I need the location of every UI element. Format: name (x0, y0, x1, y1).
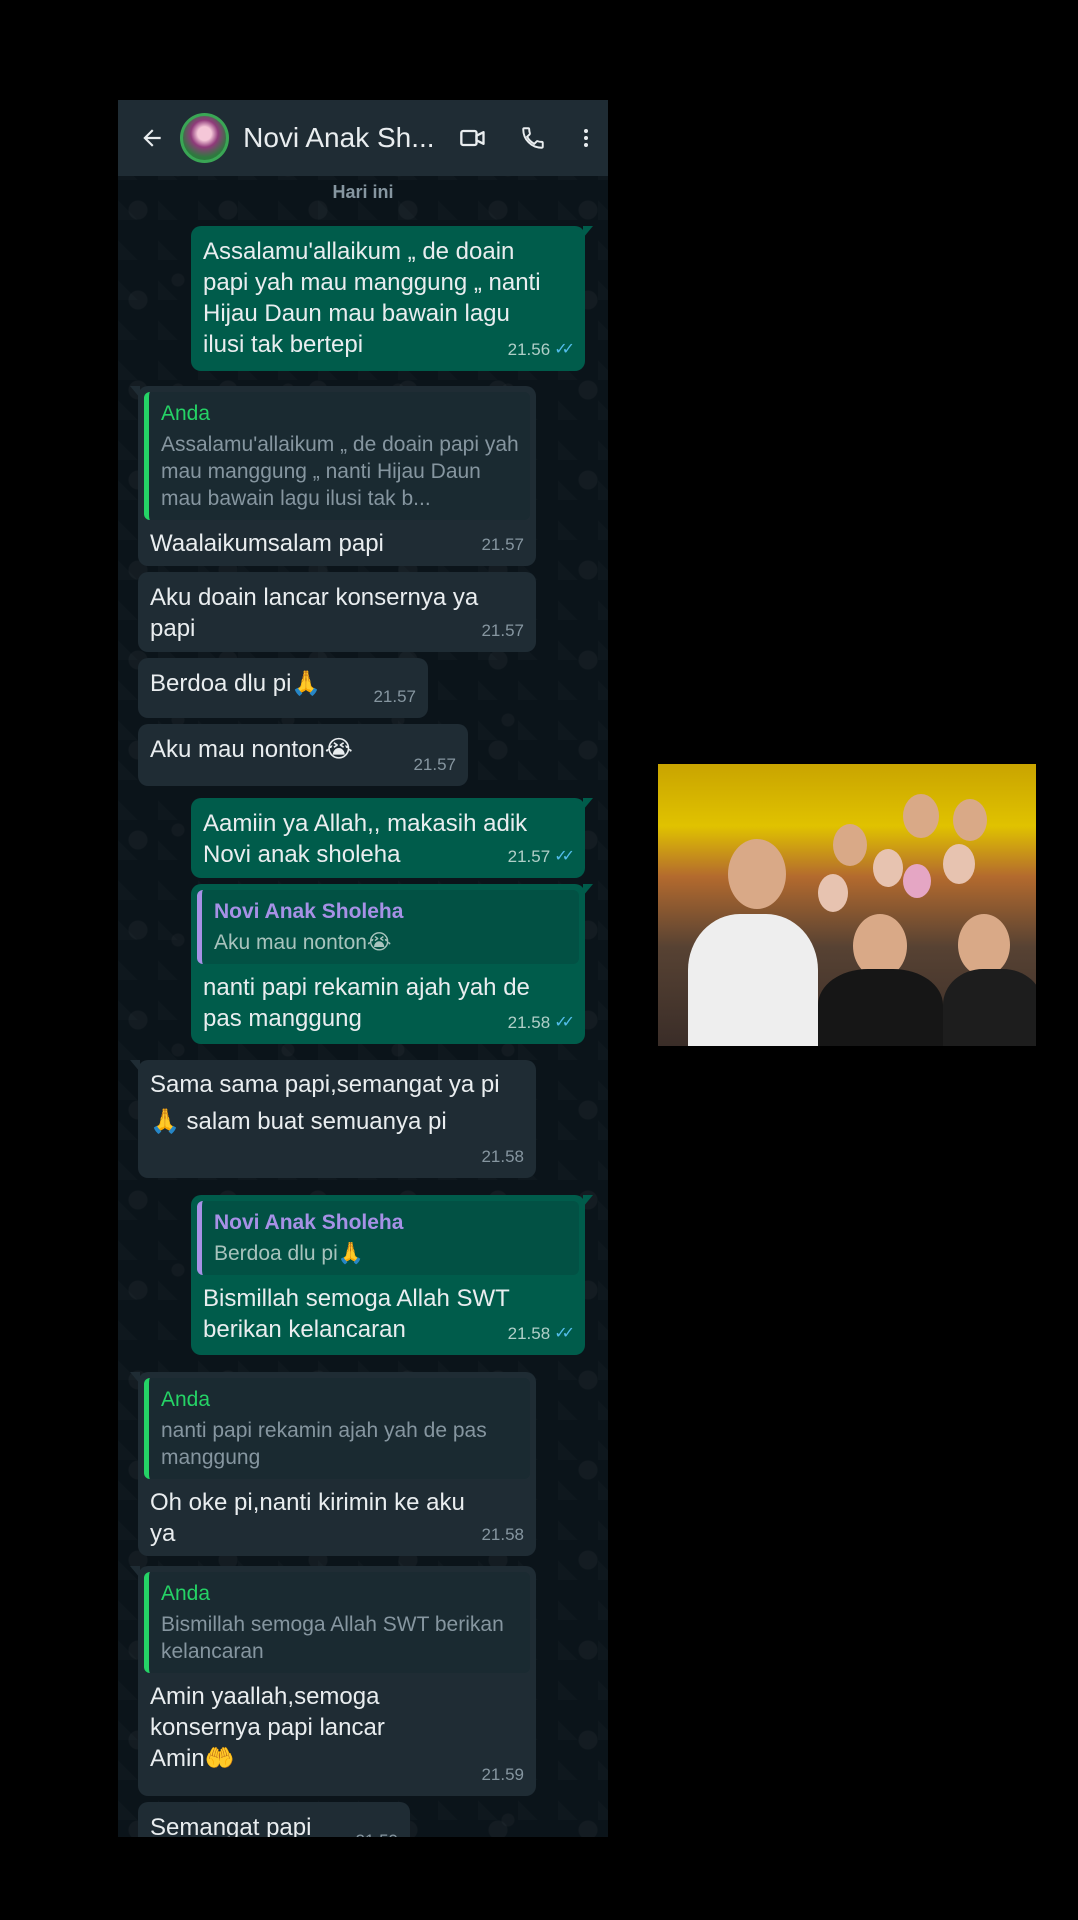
quoted-message[interactable]: Novi Anak Sholeha Aku mau nonton😭 (197, 890, 579, 964)
message-bubble-incoming[interactable]: Anda Assalamu'allaikum „ de doain papi y… (130, 386, 536, 566)
quote-author: Novi Anak Sholeha (214, 900, 404, 923)
message-time: 21.58 (507, 1324, 551, 1343)
message-time: 21.56 (507, 340, 551, 359)
message-time: 21.57 (413, 755, 456, 774)
message-bubble-outgoing[interactable]: Novi Anak Sholeha Berdoa dlu pi🙏 Bismill… (191, 1195, 593, 1355)
read-ticks-icon: ✓✓ (554, 341, 575, 358)
message-text: Amin yaallah,semoga konsernya papi lanca… (150, 1683, 385, 1772)
message-bubble-incoming[interactable]: Sama sama papi,semangat ya pi🙏 salam bua… (130, 1060, 536, 1178)
date-chip: Hari ini (332, 182, 394, 202)
message-bubble-incoming[interactable]: Semangat papi 21.59 (138, 1802, 410, 1837)
message-bubble-incoming[interactable]: Berdoa dlu pi🙏 21.57 (138, 658, 428, 718)
more-vert-icon[interactable] (564, 116, 608, 160)
message-bubble-outgoing[interactable]: Aamiin ya Allah,, makasih adik Novi anak… (191, 798, 593, 878)
message-text: Oh oke pi,nanti kirimin ke aku ya (150, 1489, 465, 1547)
quoted-message[interactable]: Anda Bismillah semoga Allah SWT berikan … (144, 1572, 530, 1673)
message-time: 21.58 (507, 1013, 551, 1032)
message-bubble-incoming[interactable]: Anda nanti papi rekamin ajah yah de pas … (130, 1372, 536, 1556)
quote-author: Anda (161, 402, 211, 425)
message-bubble-incoming[interactable]: Aku doain lancar konsernya ya papi 21.57 (138, 572, 536, 652)
message-time: 21.57 (481, 535, 524, 554)
message-time: 21.57 (373, 687, 416, 706)
chat-header: Novi Anak Sh... (118, 100, 608, 176)
message-bubble-outgoing[interactable]: Novi Anak Sholeha Aku mau nonton😭 nanti … (191, 884, 593, 1044)
quoted-message[interactable]: Novi Anak Sholeha Berdoa dlu pi🙏 (197, 1201, 579, 1275)
message-time: 21.58 (481, 1147, 524, 1166)
group-selfie-photo (658, 764, 1036, 1046)
chat-screen: Novi Anak Sh... Hari ini Assalamu'allaik… (118, 100, 608, 1837)
message-bubble-incoming[interactable]: Anda Bismillah semoga Allah SWT berikan … (130, 1566, 536, 1796)
read-ticks-icon: ✓✓ (554, 1325, 575, 1342)
message-time: 21.58 (481, 1525, 524, 1544)
quote-text: Berdoa dlu pi🙏 (214, 1242, 364, 1265)
phone-icon[interactable] (511, 116, 555, 160)
quote-text: Assalamu'allaikum „ de doain papi yah ma… (161, 433, 519, 510)
message-text: Waalaikumsalam papi (150, 530, 384, 557)
quote-author: Anda (161, 1582, 211, 1605)
message-text: Aku mau nonton😭 (150, 736, 353, 763)
message-text: Aku doain lancar konsernya ya papi (150, 584, 479, 642)
contact-name[interactable]: Novi Anak Sh... (243, 122, 437, 154)
quote-text: Bismillah semoga Allah SWT berikan kelan… (161, 1613, 504, 1663)
quote-text: Aku mau nonton😭 (214, 931, 392, 954)
arrow-left-icon[interactable] (128, 114, 176, 162)
message-bubble-outgoing[interactable]: Assalamu'allaikum „ de doain papi yah ma… (191, 226, 593, 371)
quote-author: Anda (161, 1388, 211, 1411)
contact-avatar[interactable] (179, 113, 230, 163)
message-time: 21.57 (481, 621, 524, 640)
read-ticks-icon: ✓✓ (554, 848, 575, 865)
message-time: 21.59 (481, 1765, 524, 1784)
message-time: 21.59 (355, 1825, 398, 1837)
quote-author: Novi Anak Sholeha (214, 1211, 404, 1234)
video-call-icon[interactable] (451, 116, 495, 160)
message-time: 21.57 (507, 847, 551, 866)
message-text: Sama sama papi,semangat ya pi🙏 salam bua… (150, 1071, 500, 1135)
message-bubble-incoming[interactable]: Aku mau nonton😭 21.57 (138, 724, 468, 786)
quoted-message[interactable]: Anda Assalamu'allaikum „ de doain papi y… (144, 392, 530, 520)
quote-text: nanti papi rekamin ajah yah de pas mangg… (161, 1419, 487, 1469)
quoted-message[interactable]: Anda nanti papi rekamin ajah yah de pas … (144, 1378, 530, 1479)
read-ticks-icon: ✓✓ (554, 1014, 575, 1031)
